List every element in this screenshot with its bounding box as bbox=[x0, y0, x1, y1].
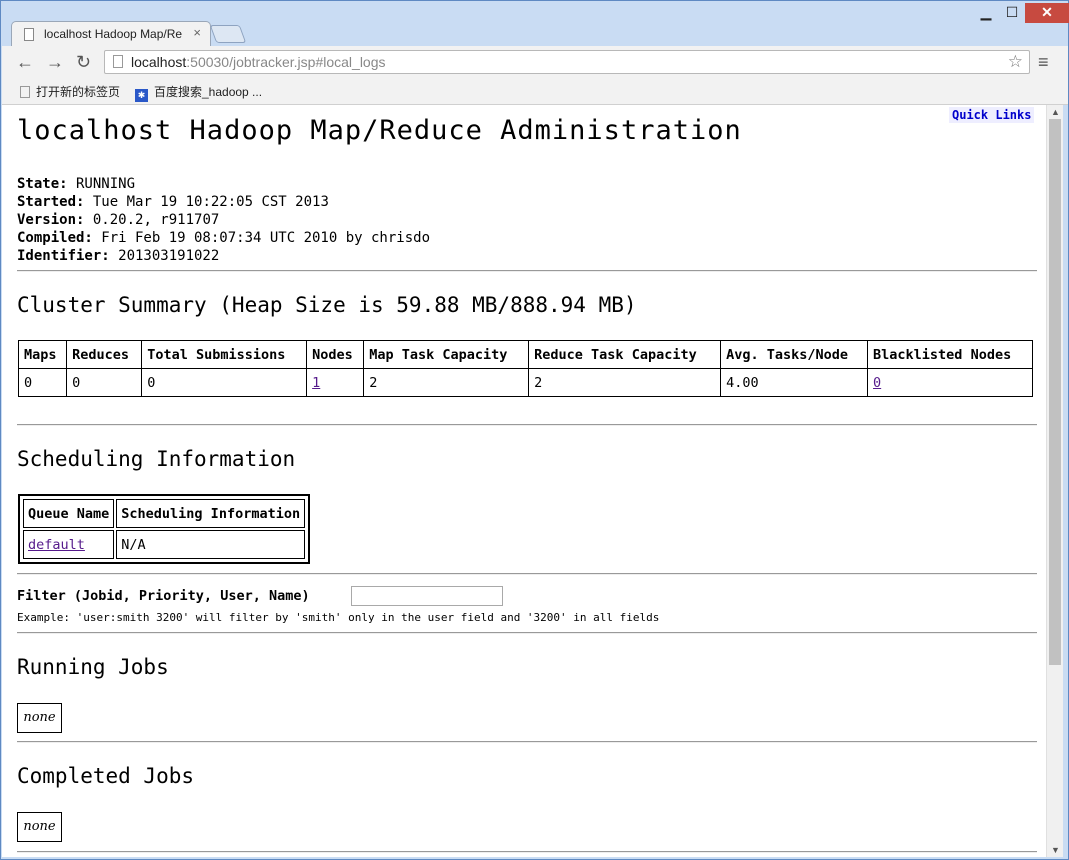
bookmark-baidu-search[interactable]: ✱ 百度搜索_hadoop ... bbox=[135, 83, 262, 102]
header-avg-tasks-node: Avg. Tasks/Node bbox=[720, 340, 869, 369]
reload-icon[interactable]: ↻ bbox=[76, 52, 91, 73]
baidu-paw-icon: ✱ bbox=[135, 89, 148, 102]
info-identifier: Identifier: 201303191022 bbox=[17, 248, 220, 264]
header-reduces: Reduces bbox=[66, 340, 143, 369]
completed-jobs-empty: none bbox=[17, 812, 62, 842]
cell-map-task-capacity: 2 bbox=[363, 368, 530, 397]
browser-window: localhost Hadoop Map/Re × ▁ ☐ ✕ ← → ↻ lo… bbox=[0, 0, 1069, 860]
cell-maps: 0 bbox=[17, 368, 68, 397]
cell-blacklisted-nodes: 0 bbox=[867, 368, 1033, 397]
page-icon bbox=[24, 28, 34, 41]
table-row: 0 0 0 1 2 2 4.00 0 bbox=[17, 368, 1033, 397]
page-icon bbox=[20, 86, 30, 98]
header-map-task-capacity: Map Task Capacity bbox=[363, 340, 530, 369]
running-jobs-empty: none bbox=[17, 703, 62, 733]
hamburger-menu-icon[interactable]: ≡ bbox=[1038, 52, 1049, 73]
info-version: Version: 0.20.2, r911707 bbox=[17, 212, 220, 228]
queue-default-link[interactable]: default bbox=[28, 537, 85, 553]
cell-nodes: 1 bbox=[306, 368, 365, 397]
blacklisted-nodes-link[interactable]: 0 bbox=[873, 375, 881, 391]
quick-links[interactable]: Quick Links bbox=[949, 107, 1035, 123]
back-arrow-icon[interactable]: ← bbox=[16, 52, 34, 73]
divider bbox=[17, 632, 1037, 634]
cell-reduce-task-capacity: 2 bbox=[528, 368, 722, 397]
scheduling-table: Queue Name Scheduling Information defaul… bbox=[21, 497, 307, 561]
scroll-up-icon[interactable]: ▲ bbox=[1051, 107, 1060, 117]
bookmark-star-icon[interactable]: ☆ bbox=[1008, 52, 1023, 72]
scrollbar-thumb[interactable] bbox=[1049, 119, 1061, 665]
maximize-button[interactable]: ☐ bbox=[999, 3, 1025, 23]
bookmarks-bar: 打开新的标签页 ✱ 百度搜索_hadoop ... bbox=[2, 80, 1068, 105]
minimize-button[interactable]: ▁ bbox=[973, 3, 999, 23]
table-header-row: Queue Name Scheduling Information bbox=[23, 499, 306, 528]
vertical-scrollbar[interactable]: ▲ ▼ bbox=[1046, 105, 1063, 857]
browser-toolbar: ← → ↻ localhost:50030/jobtracker.jsp#loc… bbox=[2, 46, 1068, 80]
page-icon bbox=[113, 55, 123, 68]
scroll-down-icon[interactable]: ▼ bbox=[1051, 845, 1060, 855]
address-bar[interactable]: localhost:50030/jobtracker.jsp#local_log… bbox=[104, 50, 1030, 74]
info-state: State: RUNNING bbox=[17, 176, 136, 192]
page-content: Quick Links localhost Hadoop Map/Reduce … bbox=[2, 105, 1046, 857]
cell-queue-info: N/A bbox=[116, 530, 306, 559]
filter-label: Filter (Jobid, Priority, User, Name) bbox=[17, 588, 310, 604]
tab-strip: localhost Hadoop Map/Re × ▁ ☐ ✕ bbox=[1, 1, 1069, 47]
divider bbox=[17, 573, 1037, 575]
close-window-button[interactable]: ✕ bbox=[1025, 3, 1069, 23]
bookmark-new-tab[interactable]: 打开新的标签页 bbox=[20, 83, 120, 100]
info-started: Started: Tue Mar 19 10:22:05 CST 2013 bbox=[17, 194, 329, 210]
divider bbox=[17, 270, 1037, 272]
header-scheduling-information: Scheduling Information bbox=[116, 499, 306, 528]
divider bbox=[17, 424, 1037, 426]
browser-tab[interactable]: localhost Hadoop Map/Re × bbox=[11, 21, 211, 47]
new-tab-button[interactable] bbox=[209, 25, 247, 43]
info-compiled: Compiled: Fri Feb 19 08:07:34 UTC 2010 b… bbox=[17, 230, 431, 246]
page-title: localhost Hadoop Map/Reduce Administrati… bbox=[17, 115, 742, 146]
cell-reduces: 0 bbox=[66, 368, 143, 397]
header-blacklisted-nodes: Blacklisted Nodes bbox=[867, 340, 1033, 369]
header-reduce-task-capacity: Reduce Task Capacity bbox=[528, 340, 722, 369]
scheduling-heading: Scheduling Information bbox=[17, 447, 296, 471]
running-jobs-heading: Running Jobs bbox=[17, 655, 169, 679]
completed-jobs-heading: Completed Jobs bbox=[17, 764, 195, 788]
cluster-summary-table: Maps Reduces Total Submissions Nodes Map… bbox=[17, 340, 1033, 397]
forward-arrow-icon[interactable]: → bbox=[46, 52, 64, 73]
tab-title: localhost Hadoop Map/Re bbox=[44, 27, 183, 41]
filter-example: Example: 'user:smith 3200' will filter b… bbox=[17, 611, 660, 624]
table-header-row: Maps Reduces Total Submissions Nodes Map… bbox=[17, 340, 1033, 369]
cell-queue-name: default bbox=[23, 530, 115, 559]
header-maps: Maps bbox=[17, 340, 68, 369]
table-row: default N/A bbox=[23, 530, 306, 559]
nodes-link[interactable]: 1 bbox=[312, 375, 320, 391]
header-queue-name: Queue Name bbox=[23, 499, 115, 528]
cell-total-submissions: 0 bbox=[141, 368, 308, 397]
cell-avg-tasks-node: 4.00 bbox=[720, 368, 869, 397]
scheduling-table-frame: Queue Name Scheduling Information defaul… bbox=[18, 494, 311, 564]
divider bbox=[17, 741, 1037, 743]
jobtracker-info: State: RUNNING Started: Tue Mar 19 10:22… bbox=[17, 175, 430, 265]
filter-input[interactable] bbox=[351, 586, 503, 606]
url-text[interactable]: localhost:50030/jobtracker.jsp#local_log… bbox=[131, 54, 386, 70]
divider bbox=[17, 851, 1037, 853]
header-total-submissions: Total Submissions bbox=[141, 340, 308, 369]
header-nodes: Nodes bbox=[306, 340, 365, 369]
close-tab-icon[interactable]: × bbox=[193, 25, 201, 40]
cluster-summary-heading: Cluster Summary (Heap Size is 59.88 MB/8… bbox=[17, 293, 637, 317]
